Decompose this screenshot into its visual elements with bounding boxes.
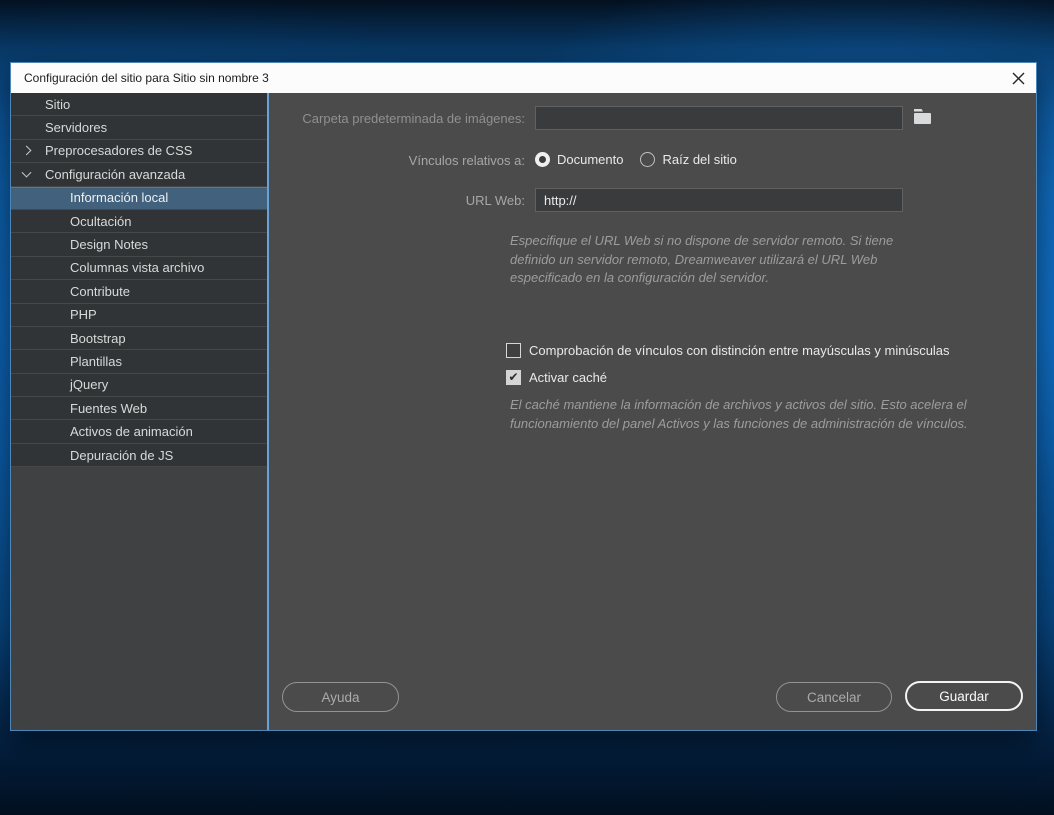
sidebar-item-label: jQuery: [70, 377, 109, 393]
sidebar-item-label: Configuración avanzada: [45, 166, 186, 182]
sidebar-item-label: Servidores: [45, 120, 108, 136]
sidebar-items: Sitio Servidores Preprocesadores de CSS Con…: [11, 93, 267, 468]
enable-cache-label: Activar caché: [529, 370, 608, 385]
sidebar-item[interactable]: jQuery: [11, 373, 267, 398]
default-images-label: Carpeta predeterminada de imágenes:: [302, 111, 525, 126]
local-info-panel: Carpeta predeterminada de imágenes: Vínc…: [269, 93, 1036, 730]
sidebar-item-label: Columnas vista archivo: [70, 260, 205, 276]
sidebar-item[interactable]: PHP: [11, 303, 267, 327]
sidebar-item-label: Depuración de JS: [70, 447, 174, 463]
sidebar-item-label: Design Notes: [70, 237, 149, 253]
sidebar-item-label: Bootstrap: [70, 330, 126, 346]
radio-raiz-del-sitio[interactable]: Raíz del sitio: [640, 151, 737, 167]
radio-raiz-label: Raíz del sitio: [662, 151, 737, 167]
checkbox-unchecked-icon: [506, 343, 521, 358]
sidebar-item[interactable]: Depuración de JS: [11, 443, 267, 468]
sidebar-item[interactable]: Información local: [11, 186, 267, 210]
sidebar-item[interactable]: Preprocesadores de CSS: [11, 139, 267, 164]
case-sensitive-links-label: Comprobación de vínculos con distinción …: [529, 343, 950, 358]
default-images-input[interactable]: [535, 106, 903, 130]
links-relative-radio-group: Documento Raíz del sitio: [535, 149, 737, 169]
sidebar-item-label: Activos de animación: [70, 424, 193, 440]
cancel-button[interactable]: Cancelar: [776, 682, 892, 712]
cache-help-text: El caché mantiene la información de arch…: [510, 397, 968, 431]
dialog-title: Configuración del sitio para Sitio sin n…: [24, 71, 269, 85]
close-icon: [1012, 72, 1024, 84]
category-sidebar: Sitio Servidores Preprocesadores de CSS Con…: [11, 93, 267, 730]
sidebar-item-label: Información local: [70, 190, 169, 206]
case-sensitive-links-checkbox[interactable]: Comprobación de vínculos con distinción …: [506, 343, 950, 358]
close-button[interactable]: [1006, 66, 1030, 90]
site-setup-dialog: Configuración del sitio para Sitio sin n…: [10, 62, 1037, 731]
checkbox-checked-icon: ✔: [506, 370, 521, 385]
save-button[interactable]: Guardar: [905, 681, 1023, 711]
sidebar-item[interactable]: Ocultación: [11, 209, 267, 234]
sidebar-item-label: Plantillas: [70, 353, 123, 369]
radio-selected-icon: [535, 151, 550, 167]
sidebar-item-label: PHP: [70, 307, 97, 323]
folder-icon: [914, 109, 931, 124]
sidebar-item[interactable]: Servidores: [11, 116, 267, 140]
sidebar-item-label: Sitio: [45, 96, 71, 112]
sidebar-item[interactable]: Sitio: [11, 93, 267, 117]
check-mark-icon: ✔: [508, 370, 519, 384]
sidebar-item[interactable]: Bootstrap: [11, 326, 267, 351]
sidebar-item-label: Fuentes Web: [70, 400, 148, 416]
sidebar-item[interactable]: Fuentes Web: [11, 397, 267, 421]
sidebar-item[interactable]: Contribute: [11, 280, 267, 304]
sidebar-item[interactable]: Plantillas: [11, 350, 267, 374]
sidebar-item[interactable]: Columnas vista archivo: [11, 256, 267, 281]
sidebar-item-label: Contribute: [70, 283, 130, 299]
sidebar-item[interactable]: Design Notes: [11, 233, 267, 257]
web-url-label: URL Web:: [465, 193, 525, 208]
web-url-input[interactable]: [535, 188, 903, 212]
desktop-wallpaper: Configuración del sitio para Sitio sin n…: [0, 0, 1054, 815]
browse-folder-button[interactable]: [913, 108, 935, 126]
dialog-body: Sitio Servidores Preprocesadores de CSS Con…: [11, 93, 1036, 730]
sidebar-item[interactable]: Configuración avanzada: [11, 163, 267, 187]
dialog-titlebar[interactable]: Configuración del sitio para Sitio sin n…: [11, 63, 1036, 93]
radio-documento-label: Documento: [557, 151, 624, 167]
sidebar-item-label: Ocultación: [70, 213, 132, 229]
links-relative-label: Vínculos relativos a:: [408, 153, 525, 168]
enable-cache-checkbox[interactable]: ✔ Activar caché: [506, 370, 607, 385]
sidebar-item-label: Preprocesadores de CSS: [45, 143, 193, 159]
radio-documento[interactable]: Documento: [535, 151, 624, 167]
radio-unselected-icon: [640, 151, 656, 167]
web-url-help-text: Especifique el URL Web si no dispone de …: [510, 233, 894, 285]
help-button[interactable]: Ayuda: [282, 682, 399, 712]
sidebar-item[interactable]: Activos de animación: [11, 420, 267, 444]
